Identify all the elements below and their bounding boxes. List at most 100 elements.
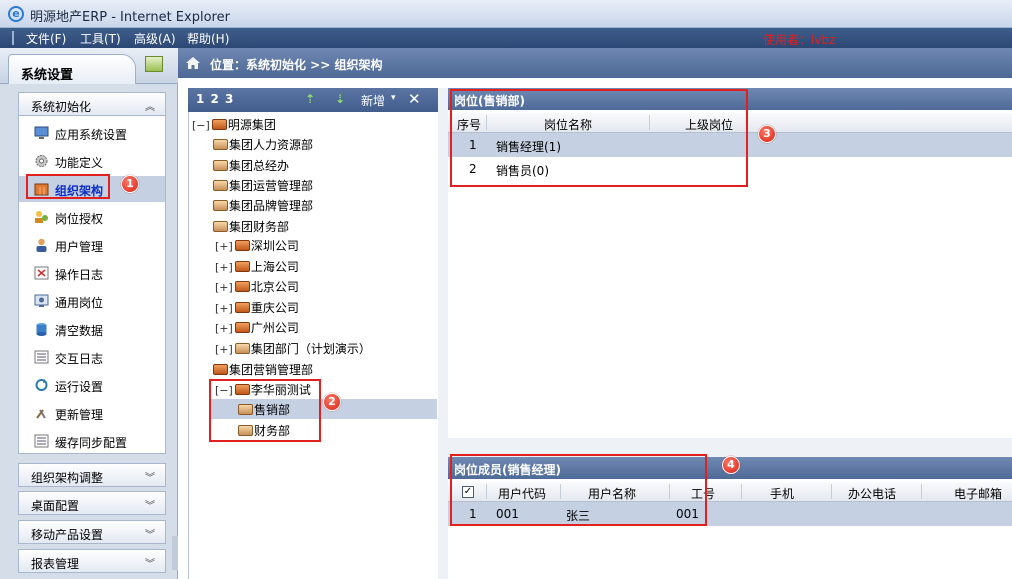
nav-item-label: 清空数据: [55, 324, 104, 338]
tree-node[interactable]: [+] 重庆公司: [215, 299, 299, 317]
section-system-init[interactable]: 系统初始化 ︽: [18, 92, 166, 116]
tree-node[interactable]: 集团品牌管理部: [213, 197, 313, 215]
move-up-icon[interactable]: ⇡: [305, 92, 315, 106]
org-folder-icon: [234, 261, 250, 272]
home-icon: [186, 57, 200, 69]
dept-folder-icon: [213, 221, 228, 232]
tree-node[interactable]: 集团运营管理部: [213, 177, 313, 195]
nav-item-update-mgmt[interactable]: 更新管理: [19, 400, 165, 426]
tree-node[interactable]: 集团人力资源部: [213, 136, 313, 154]
nav-item-function-def[interactable]: 功能定义: [19, 148, 165, 174]
tree-node-label: 集团运营管理部: [229, 179, 314, 193]
section-report[interactable]: 报表管理 ︾: [18, 549, 166, 573]
dept-folder-icon: [213, 180, 228, 191]
tree-node[interactable]: [+] 北京公司: [215, 278, 299, 296]
section-mobile-label: 移动产品设置: [31, 528, 104, 542]
highlight-box-2: [209, 379, 321, 442]
nav-item-post-auth[interactable]: 岗位授权: [19, 204, 165, 230]
tree-node[interactable]: [+] 上海公司: [215, 258, 299, 276]
log-icon: [34, 266, 49, 280]
current-user-label: 使用者：lvbz: [763, 33, 836, 47]
nav-item-common-post[interactable]: 通用岗位: [19, 288, 165, 314]
expand-icon[interactable]: [+]: [215, 343, 233, 356]
nav-item-run-settings[interactable]: 运行设置: [19, 372, 165, 398]
database-icon: [36, 323, 47, 336]
panel-splitter[interactable]: [172, 536, 178, 570]
col-separator: [921, 484, 922, 499]
collapse-icon[interactable]: [−]: [192, 119, 210, 132]
tree-node-label: 集团品牌管理部: [229, 199, 314, 213]
new-button[interactable]: 新增: [361, 92, 385, 109]
col-office-phone[interactable]: 办公电话: [848, 485, 896, 502]
expand-icon[interactable]: [+]: [215, 322, 233, 335]
tree-toolbar: 1 2 3 ⇡ ⇣ 新增 ▾ ✕: [188, 88, 438, 112]
org-folder-icon: [234, 240, 250, 251]
tree-node[interactable]: [+] 深圳公司: [215, 237, 299, 255]
tree-node-label: 广州公司: [250, 321, 299, 335]
tree-node-label: 明源集团: [227, 118, 276, 132]
menu-advanced[interactable]: 高级(A): [134, 30, 176, 47]
section-mobile[interactable]: 移动产品设置 ︾: [18, 520, 166, 544]
step-badge-3: 3: [758, 125, 776, 143]
system-settings-tab[interactable]: 系统设置: [8, 54, 136, 84]
menu-tools[interactable]: 工具(T): [80, 30, 121, 47]
list-icon: [34, 350, 49, 364]
menu-help[interactable]: 帮助(H): [187, 30, 229, 47]
step-badge-2: 2: [323, 393, 341, 411]
window-title: 明源地产ERP - Internet Explorer: [30, 10, 230, 25]
step-badge-4: 4: [722, 456, 740, 474]
section-org-adjust-label: 组织架构调整: [31, 471, 104, 485]
nav-item-label: 通用岗位: [55, 296, 104, 310]
col-email[interactable]: 电子邮箱: [954, 485, 1002, 502]
menu-grip: [12, 31, 14, 45]
tree-node-label: 集团部门（计划演示）: [250, 342, 371, 356]
nav-item-cache-sync[interactable]: 缓存同步配置: [19, 428, 165, 454]
nav-item-operation-log[interactable]: 操作日志: [19, 260, 165, 286]
section-desktop[interactable]: 桌面配置 ︾: [18, 491, 166, 515]
tree-level-selector[interactable]: 1 2 3: [196, 92, 234, 106]
delete-icon[interactable]: ✕: [408, 90, 421, 108]
tree-node[interactable]: 集团营销管理部: [213, 361, 313, 379]
monitor-icon: [34, 126, 49, 139]
section-org-adjust[interactable]: 组织架构调整 ︾: [18, 463, 166, 487]
nav-item-app-settings[interactable]: 应用系统设置: [19, 120, 165, 146]
expand-icon[interactable]: [+]: [215, 281, 233, 294]
tree-node[interactable]: [+] 集团部门（计划演示）: [215, 340, 371, 358]
tree-node[interactable]: 集团财务部: [213, 218, 289, 236]
tools-icon: [36, 409, 46, 419]
tree-node-label: 上海公司: [250, 260, 299, 274]
nav-item-label: 用户管理: [55, 240, 104, 254]
nav-item-label: 更新管理: [55, 408, 104, 422]
expand-icon[interactable]: [+]: [215, 302, 233, 315]
user-icon: [36, 238, 47, 252]
gear-icon: [35, 155, 48, 167]
chevron-down-icon: ︾: [145, 530, 155, 541]
org-folder-icon: [234, 302, 250, 313]
ie-logo-icon: e: [8, 6, 24, 22]
move-down-icon[interactable]: ⇣: [335, 92, 345, 106]
section-report-label: 报表管理: [31, 557, 80, 571]
dropdown-arrow-icon[interactable]: ▾: [391, 93, 396, 103]
refresh-panel-icon[interactable]: [145, 56, 163, 72]
tree-node-label: 集团营销管理部: [229, 363, 314, 377]
highlight-box-3: [450, 89, 748, 187]
step-badge-1: 1: [121, 175, 139, 193]
col-mobile[interactable]: 手机: [770, 485, 794, 502]
dept-folder-icon: [213, 160, 228, 171]
tree-node[interactable]: 集团总经办: [213, 157, 289, 175]
tree-node[interactable]: [+] 广州公司: [215, 319, 299, 337]
highlight-box-4: [450, 454, 707, 526]
nav-item-clear-data[interactable]: 清空数据: [19, 316, 165, 342]
nav-item-interaction-log[interactable]: 交互日志: [19, 344, 165, 370]
nav-item-user-mgmt[interactable]: 用户管理: [19, 232, 165, 258]
menu-file[interactable]: 文件(F): [26, 30, 66, 47]
dept-folder-icon: [234, 343, 250, 354]
expand-icon[interactable]: [+]: [215, 240, 233, 253]
tree-node[interactable]: [−] 明源集团: [192, 116, 276, 134]
chevron-down-icon: ︾: [145, 501, 155, 512]
menu-bar: 文件(F) 工具(T) 高级(A) 帮助(H) 使用者：lvbz: [0, 28, 1012, 48]
highlight-box-1: [26, 174, 110, 199]
nav-item-label: 运行设置: [55, 380, 104, 394]
tree-node-label: 集团人力资源部: [229, 138, 314, 152]
expand-icon[interactable]: [+]: [215, 261, 233, 274]
